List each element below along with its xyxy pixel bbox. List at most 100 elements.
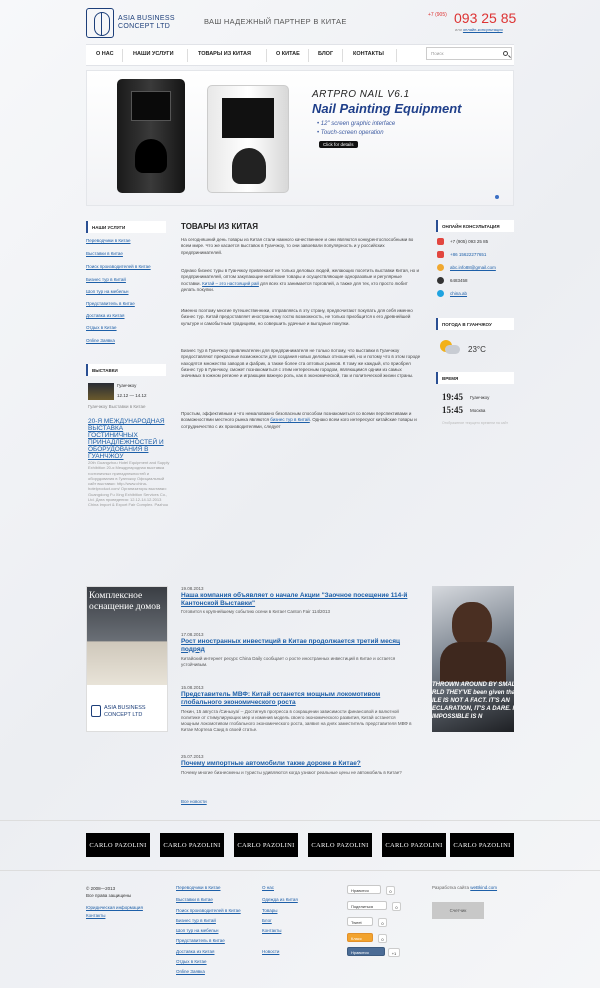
online-consult-link[interactable]: онлайн-консультация [463, 27, 503, 32]
sidebar-item-exhibitions[interactable]: Выставки в Китае [86, 251, 123, 256]
brand-logo[interactable]: CARLO PAZOLINI [160, 833, 224, 857]
news-date: 17.08.2013 [181, 632, 204, 637]
sports-ad-banner[interactable]: THROWN AROUND BY SMALL RLD THEY'VE been … [432, 586, 514, 732]
nav-goods[interactable]: Товары из Китая [198, 51, 251, 57]
ad-text-line: ECLARATION, IT'S A DARE. IMP [432, 706, 514, 712]
expo-thumbnail[interactable] [88, 383, 114, 400]
china-paradise-link[interactable]: Китай – это настоящий рай [202, 281, 259, 286]
sidebar-item-furniture-tour[interactable]: Шоп тур на мебельн [86, 289, 129, 294]
contact-text: +86 15622277651 [450, 252, 487, 257]
footer-link[interactable]: Представитель в Китае [176, 938, 225, 943]
hero-banner[interactable]: ARTPRO NAIL V6.1 Nail Painting Equipment… [86, 70, 514, 206]
skype-icon [437, 290, 444, 297]
partly-cloudy-icon [438, 338, 460, 356]
promo-banner[interactable]: Комплексное оснащение домов ASIA BUSINES… [86, 586, 168, 732]
white-nail-machine-image [207, 85, 289, 193]
page: ASIA BUSINESS CONCEPT LTD ВАШ НАДЕЖНЫЙ П… [0, 0, 600, 988]
expo-description: 20th Guangzhou Hotel Equipment and Suppl… [88, 460, 170, 508]
phone-icon [437, 251, 444, 258]
footer-link[interactable]: Товары [262, 908, 277, 913]
black-nail-machine-image [117, 79, 185, 193]
nav-divider [266, 49, 267, 62]
sidebar-item-translators[interactable]: Переводчики в Китае [86, 238, 131, 243]
services-heading: Наши услуги [86, 221, 166, 233]
footer-link[interactable]: О нас [262, 885, 274, 890]
footer-link[interactable]: Выставки в Китае [176, 897, 213, 902]
footer-link[interactable]: Новости [262, 949, 279, 954]
brand-logo[interactable]: CARLO PAZOLINI [86, 833, 150, 857]
business-tour-link[interactable]: бизнес тур в Китай [270, 417, 310, 422]
footer-link[interactable]: Бизнес тур в Китай [176, 918, 216, 923]
nav-contacts[interactable]: Контакты [353, 51, 384, 57]
phone-code: +7 (905) [428, 12, 447, 18]
brand-logo[interactable]: CARLO PAZOLINI [308, 833, 372, 857]
tweet-button[interactable]: Tweet 0 [347, 917, 387, 927]
search-input[interactable]: Поиск [426, 47, 512, 60]
nav-blog[interactable]: Блог [318, 51, 333, 57]
all-news-link[interactable]: Все новости [181, 799, 207, 804]
news-title-link[interactable]: Рост иностранных инвестиций в Китае прод… [181, 638, 413, 653]
search-placeholder: Поиск [431, 51, 444, 56]
news-title-link[interactable]: Наша компания объявляет о начале Акции "… [181, 592, 413, 607]
nav-services[interactable]: Наши услуги [133, 51, 174, 57]
logo-line-2: CONCEPT LTD [118, 23, 171, 30]
time-heading: Время [436, 372, 514, 384]
weather-heading: Погода в Гуанчжоу [436, 318, 514, 330]
expo-heading: Выставки [86, 364, 166, 376]
time-note: Отображение текущего времени на сайт [442, 421, 509, 425]
sidebar-item-manufacturers[interactable]: Поиск производителей в Китае [86, 264, 151, 269]
tweet-label: Tweet [351, 919, 362, 925]
sidebar-item-delivery[interactable]: Доставка из Китая [86, 313, 125, 318]
footer-link[interactable]: Блог [262, 918, 272, 923]
footer-link[interactable]: Доставка из Китая [176, 949, 215, 954]
ok-class-button[interactable]: Класс 0 [347, 933, 387, 943]
sidebar-item-vacation[interactable]: Отдых в Китае [86, 325, 117, 330]
expo-title-link[interactable]: 20-Я МЕЖДУНАРОДНАЯ ВЫСТАВКА ГОСТИНИЧНЫХ … [88, 418, 170, 460]
footer-link[interactable]: Online Заявка [176, 969, 205, 974]
brand-logo[interactable]: CARLO PAZOLINI [382, 833, 446, 857]
banner-bullet: • Touch-screen operation [317, 130, 384, 136]
sidebar-item-representative[interactable]: Представитель в Китае [86, 301, 135, 306]
sidebar-item-business-tour[interactable]: Бизнес тур в Китай [86, 277, 126, 282]
footer-contacts-link[interactable]: Контакты [86, 913, 105, 918]
banner-details-button[interactable]: Click for details [319, 141, 358, 148]
footer-link[interactable]: Отдых в Китае [176, 959, 207, 964]
nav-divider [342, 49, 343, 62]
legal-info-link[interactable]: Юридическая информация [86, 905, 143, 910]
footer-link[interactable]: Переводчики в Китае [176, 885, 221, 890]
copyright-years: © 2008—2013 [86, 886, 116, 891]
brands-divider [0, 820, 600, 821]
developer-link[interactable]: weBkind.com [470, 885, 497, 890]
consult-heading: Онлайн консультация [436, 220, 514, 232]
slider-dot[interactable] [495, 195, 499, 199]
share-count: 0 [392, 902, 401, 911]
contact-text: abc.info88@gmail.com [450, 265, 496, 270]
facebook-like-button[interactable]: Нравится 0 [347, 885, 395, 895]
ad-text-line: ILE IS NOT A FACT. IT'S AN [432, 698, 510, 704]
nav-about-china[interactable]: О Китае [276, 51, 300, 57]
site-logo[interactable]: ASIA BUSINESS CONCEPT LTD [86, 8, 188, 38]
footer-link[interactable]: Шоп тур на мебельн [176, 928, 219, 933]
time-guangzhou: 19:45 [442, 392, 463, 402]
news-excerpt: Готовится к крупнейшему событию осени в … [181, 609, 331, 614]
share-button[interactable]: Поделиться 0 [347, 901, 401, 911]
search-icon[interactable] [503, 51, 508, 56]
class-count: 0 [378, 934, 387, 943]
sidebar-item-online-request[interactable]: Online Заявка [86, 338, 115, 343]
brand-logo[interactable]: CARLO PAZOLINI [234, 833, 298, 857]
brand-logo[interactable]: CARLO PAZOLINI [450, 833, 514, 857]
news-excerpt: Пекин, 15 августа /Синьхуа/ -- Достигнув… [181, 709, 412, 732]
footer-link[interactable]: Одежда из Китая [262, 897, 298, 902]
ad-text-line: RLD THEY'VE been given than [432, 690, 514, 696]
phone-number[interactable]: 093 25 85 [454, 10, 516, 26]
vk-like-button[interactable]: Нравится +1 [347, 947, 400, 957]
city-moscow: Москва [470, 408, 486, 413]
visit-counter[interactable]: Счетчик [432, 902, 484, 919]
footer-link[interactable]: Контакты [262, 928, 281, 933]
footer-link[interactable]: Поиск производителей в Китае [176, 908, 241, 913]
athlete-body-image [440, 642, 506, 682]
ok-class-label: Класс [351, 935, 362, 941]
news-title-link[interactable]: Почему импортные автомобили также дороже… [181, 760, 413, 768]
news-title-link[interactable]: Представитель МВФ: Китай останется мощны… [181, 691, 413, 706]
nav-about[interactable]: О нас [96, 51, 114, 57]
